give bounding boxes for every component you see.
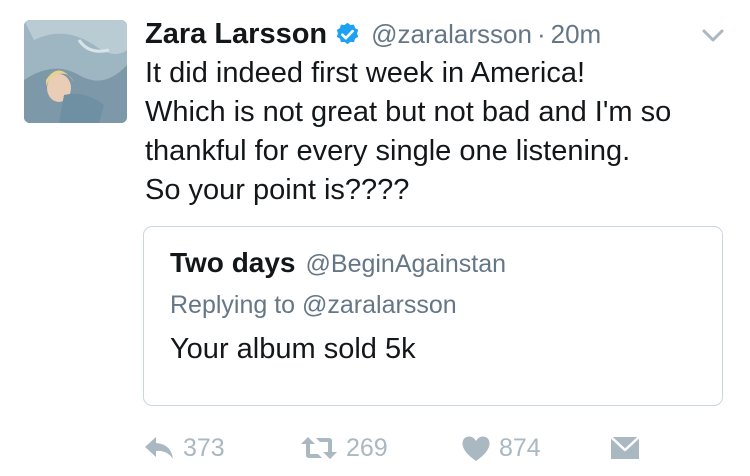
author-handle[interactable]: @zaralarsson bbox=[371, 19, 532, 50]
heart-icon bbox=[462, 436, 490, 461]
retweet-icon bbox=[301, 437, 337, 459]
tweet-text: It did indeed first week in America! Whi… bbox=[145, 54, 745, 210]
envelope-icon bbox=[610, 436, 640, 459]
quoted-author-handle: @BeginAgainstan bbox=[305, 250, 507, 278]
avatar-photo bbox=[24, 20, 127, 123]
tweet-header: Zara Larsson @zaralarsson · 20m bbox=[145, 14, 730, 54]
tweet-actions: 373 269 874 bbox=[143, 428, 743, 468]
reply-count: 373 bbox=[183, 433, 225, 462]
like-button[interactable]: 874 bbox=[461, 428, 541, 468]
tweet-text-line: So your point is???? bbox=[145, 174, 410, 206]
quoted-tweet[interactable]: Two days @BeginAgainstan Replying to @za… bbox=[143, 226, 723, 406]
tweet-text-line: Which is not great but not bad and I'm s… bbox=[145, 96, 672, 128]
quoted-tweet-header: Two days @BeginAgainstan bbox=[170, 247, 506, 279]
tweet-text-line: thankful for every single one listening. bbox=[145, 135, 631, 167]
author-name[interactable]: Zara Larsson bbox=[145, 18, 327, 51]
quoted-replying-to: Replying to @zaralarsson bbox=[170, 291, 457, 319]
reply-button[interactable]: 373 bbox=[143, 428, 225, 468]
separator-dot: · bbox=[536, 18, 546, 49]
retweet-button[interactable]: 269 bbox=[300, 428, 388, 468]
quoted-tweet-text: Your album sold 5k bbox=[170, 333, 416, 365]
tweet-text-line: It did indeed first week in America! bbox=[145, 57, 586, 89]
retweet-count: 269 bbox=[346, 433, 388, 462]
quoted-author-name: Two days bbox=[170, 247, 296, 278]
reply-icon bbox=[145, 437, 173, 459]
like-count: 874 bbox=[499, 433, 541, 462]
chevron-down-icon[interactable] bbox=[700, 22, 726, 48]
direct-message-button[interactable] bbox=[610, 428, 640, 468]
avatar[interactable] bbox=[24, 20, 127, 123]
verified-badge-icon bbox=[334, 21, 361, 48]
tweet-timestamp[interactable]: 20m bbox=[551, 19, 602, 50]
